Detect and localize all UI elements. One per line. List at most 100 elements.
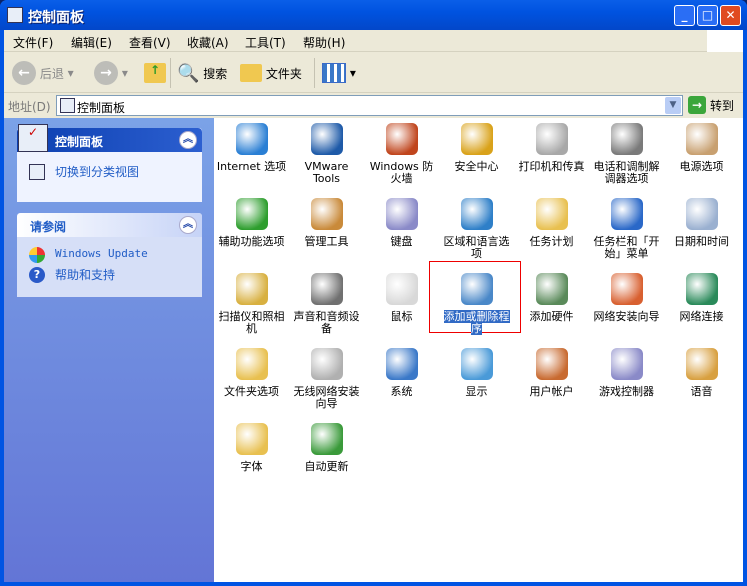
- item-icon: [310, 273, 343, 305]
- item-label-box: 用户帐户: [514, 386, 589, 398]
- control-panel-item[interactable]: 扫描仪和照相机: [214, 273, 289, 335]
- item-icon: [685, 348, 718, 380]
- panel-title: 请参阅: [30, 220, 67, 234]
- item-icon: [235, 348, 268, 380]
- control-panel-item[interactable]: 网络安装向导: [589, 273, 664, 323]
- menu-file[interactable]: 文件(F): [13, 34, 53, 51]
- item-label-box: 区域和语言选项: [439, 236, 514, 260]
- control-panel-item[interactable]: 区域和语言选项: [439, 198, 514, 260]
- item-icon: [610, 273, 643, 305]
- control-panel-item[interactable]: 网络连接: [664, 273, 739, 323]
- item-icon: [235, 198, 268, 230]
- control-panel-item[interactable]: 任务计划: [514, 198, 589, 248]
- item-label: 系统: [390, 385, 413, 398]
- control-panel-item[interactable]: 安全中心: [439, 123, 514, 173]
- control-panel-icon: [60, 98, 75, 113]
- item-label-box: 扫描仪和照相机: [214, 311, 289, 335]
- item-label-box: 键盘: [364, 236, 439, 248]
- control-panel-item[interactable]: 字体: [214, 423, 289, 473]
- back-button[interactable]: ← 后退 ▾: [12, 59, 74, 87]
- maximize-button[interactable]: □: [697, 5, 718, 26]
- control-panel-item[interactable]: 自动更新: [289, 423, 364, 473]
- item-icon: [385, 123, 418, 155]
- item-label-box: 语音: [664, 386, 739, 398]
- checklist-icon: ✓: [18, 124, 48, 152]
- menu-tools[interactable]: 工具(T): [245, 34, 286, 51]
- forward-arrow-icon: →: [94, 61, 118, 85]
- menu-view[interactable]: 查看(V): [129, 34, 171, 51]
- collapse-button[interactable]: ︽: [179, 131, 197, 149]
- control-panel-window: 控制面板 _ □ ✕ 文件(F) 编辑(E) 查看(V) 收藏(A) 工具(T)…: [0, 0, 747, 586]
- control-panel-item[interactable]: 游戏控制器: [589, 348, 664, 398]
- control-panel-item[interactable]: 电源选项: [664, 123, 739, 173]
- window-title: 控制面板: [28, 10, 84, 26]
- item-label: 辅助功能选项: [218, 235, 285, 248]
- views-button[interactable]: ▾: [322, 59, 356, 87]
- go-button[interactable]: → 转到: [688, 96, 734, 114]
- item-label: 文件夹选项: [224, 385, 279, 398]
- go-arrow-icon: →: [688, 96, 706, 114]
- control-panel-item[interactable]: 键盘: [364, 198, 439, 248]
- control-panel-item[interactable]: 用户帐户: [514, 348, 589, 398]
- item-icon: [460, 198, 493, 230]
- control-panel-item[interactable]: Windows 防火墙: [364, 123, 439, 185]
- item-label-box: 添加或删除程序: [439, 309, 514, 336]
- item-label: 鼠标: [390, 310, 413, 323]
- control-panel-item[interactable]: VMware Tools: [289, 123, 364, 185]
- control-panel-item[interactable]: 电话和调制解调器选项: [589, 123, 664, 185]
- up-folder-button[interactable]: ↑: [144, 59, 166, 87]
- item-label-box: 安全中心: [439, 161, 514, 173]
- panel-header[interactable]: 请参阅 ︽: [17, 213, 202, 237]
- control-panel-item[interactable]: 系统: [364, 348, 439, 398]
- control-panel-item[interactable]: 打印机和传真: [514, 123, 589, 173]
- item-label-box: 无线网络安装向导: [289, 386, 364, 410]
- menu-edit[interactable]: 编辑(E): [71, 34, 112, 51]
- help-and-support-link[interactable]: 帮助和支持: [55, 266, 115, 283]
- control-panel-item[interactable]: 辅助功能选项: [214, 198, 289, 248]
- item-label-box: 辅助功能选项: [214, 236, 289, 248]
- menu-favorites[interactable]: 收藏(A): [187, 34, 229, 51]
- forward-button[interactable]: → ▾: [94, 59, 128, 87]
- item-label-box: Windows 防火墙: [364, 161, 439, 185]
- control-panel-item[interactable]: 添加硬件: [514, 273, 589, 323]
- item-label: 游戏控制器: [599, 385, 654, 398]
- address-input[interactable]: 控制面板 ▼: [56, 95, 683, 116]
- item-label: 键盘: [390, 235, 413, 248]
- item-label: 添加硬件: [529, 310, 574, 323]
- item-label-box: 添加硬件: [514, 311, 589, 323]
- control-panel-item[interactable]: 文件夹选项: [214, 348, 289, 398]
- item-label: 无线网络安装向导: [293, 385, 360, 410]
- item-icon: [310, 423, 343, 455]
- item-icon: [535, 198, 568, 230]
- windows-update-link[interactable]: Windows Update: [55, 247, 148, 260]
- control-panel-item[interactable]: 无线网络安装向导: [289, 348, 364, 410]
- item-icon: [460, 123, 493, 155]
- control-panel-item[interactable]: 任务栏和「开始」菜单: [589, 198, 664, 260]
- close-button[interactable]: ✕: [720, 5, 741, 26]
- title-bar[interactable]: 控制面板 _ □ ✕: [0, 0, 747, 30]
- switch-to-category-view-link[interactable]: 切换到分类视图: [55, 163, 139, 180]
- control-panel-item[interactable]: 语音: [664, 348, 739, 398]
- help-icon: ?: [29, 267, 45, 283]
- toolbar-separator: [314, 58, 315, 88]
- control-panel-item[interactable]: 鼠标: [364, 273, 439, 323]
- control-panel-item[interactable]: 日期和时间: [664, 198, 739, 248]
- search-button[interactable]: 🔍 搜索: [177, 59, 227, 87]
- control-panel-item[interactable]: Internet 选项: [214, 123, 289, 173]
- menu-help[interactable]: 帮助(H): [303, 34, 345, 51]
- folders-icon: [240, 64, 262, 82]
- collapse-button[interactable]: ︽: [179, 216, 197, 234]
- minimize-button[interactable]: _: [674, 5, 695, 26]
- item-icon: [310, 348, 343, 380]
- address-dropdown-button[interactable]: ▼: [665, 97, 681, 114]
- control-panel-item[interactable]: 管理工具: [289, 198, 364, 248]
- item-label: 任务栏和「开始」菜单: [593, 235, 660, 260]
- item-label: 任务计划: [529, 235, 574, 248]
- panel-header[interactable]: ✓ 控制面板 ︽: [17, 124, 202, 152]
- control-panel-item[interactable]: 添加或删除程序: [439, 273, 514, 336]
- item-label: 安全中心: [454, 160, 499, 173]
- control-panel-item[interactable]: 声音和音频设备: [289, 273, 364, 335]
- control-panel-item[interactable]: 显示: [439, 348, 514, 398]
- folders-button[interactable]: 文件夹: [240, 59, 302, 87]
- back-label: 后退: [39, 66, 64, 81]
